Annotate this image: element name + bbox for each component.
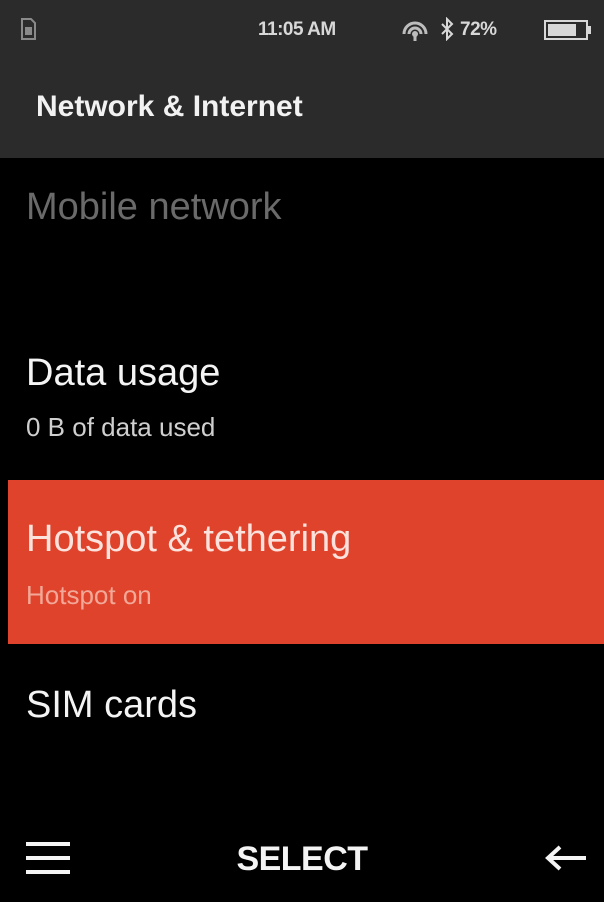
menu-item-sim-cards[interactable]: SIM cards (8, 644, 604, 794)
menu-item-data-usage[interactable]: Data usage 0 B of data used (8, 318, 604, 480)
menu-item-mobile-network[interactable]: Mobile network (8, 158, 604, 318)
menu-item-label: SIM cards (26, 684, 198, 726)
app-header: Network & Internet (0, 60, 604, 158)
status-bar: 11:05 AM 72% (0, 0, 604, 60)
page-title: Network & Internet (36, 90, 303, 123)
battery-percent: 72% (460, 19, 497, 40)
status-time: 11:05 AM (258, 19, 336, 40)
screen: 11:05 AM 72% Network & Internet Mobile n… (0, 0, 604, 902)
battery-icon (544, 20, 591, 40)
menu-item-hotspot-tethering[interactable]: Hotspot & tethering Hotspot on (8, 480, 604, 644)
menu-item-subtitle: 0 B of data used (26, 412, 216, 442)
menu-item-subtitle: Hotspot on (26, 580, 152, 610)
bluetooth-icon (441, 17, 454, 41)
menu-item-label: Mobile network (26, 186, 282, 228)
select-softkey[interactable]: SELECT (0, 840, 604, 879)
sim-icon (21, 18, 36, 40)
hotspot-icon (402, 21, 428, 41)
menu-item-label: Hotspot & tethering (26, 518, 352, 560)
back-arrow-icon[interactable] (544, 844, 588, 872)
menu-item-label: Data usage (26, 352, 221, 394)
softkey-bar: SELECT (0, 810, 604, 902)
